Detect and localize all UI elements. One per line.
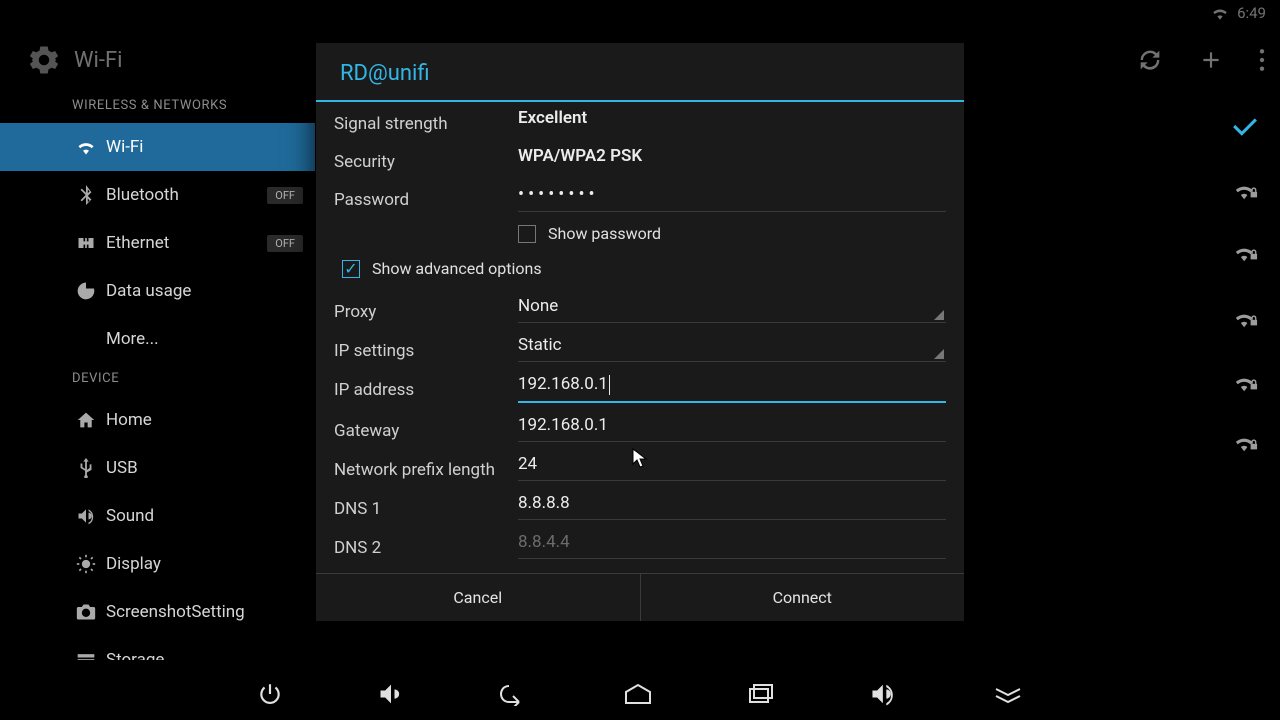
volume-down-icon[interactable] [377,682,405,706]
data-usage-icon [72,281,100,301]
cancel-button[interactable]: Cancel [316,574,640,621]
off-badge: OFF [267,187,303,204]
display-icon [72,554,100,574]
network-wifi-lock-icon [1234,180,1258,200]
system-nav-bar [0,668,1280,720]
label-dns2: DNS 2 [334,532,518,558]
network-connected-indicator [1232,116,1258,136]
ip-settings-spinner[interactable]: Static [518,335,946,362]
dns1-field[interactable]: 8.8.8.8 [518,493,946,520]
sidebar-item-label: Sound [106,506,154,526]
sidebar-item-ethernet[interactable]: Ethernet OFF [0,219,315,267]
show-advanced-checkbox[interactable]: ✓ Show advanced options [342,259,542,278]
label-proxy: Proxy [334,296,518,322]
sidebar-item-label: Storage [106,650,164,660]
sidebar-item-wifi[interactable]: Wi-Fi [0,123,315,171]
home-icon [72,411,100,429]
sidebar-item-label: More... [106,329,159,349]
off-badge: OFF [267,235,303,252]
sidebar-item-label: Data usage [106,281,191,301]
sidebar-item-usb[interactable]: USB [0,444,315,492]
camera-icon [72,604,100,620]
label-signal-strength: Signal strength [334,108,518,134]
checkbox-icon [518,225,536,243]
section-device: DEVICE [0,363,315,396]
sidebar-item-data-usage[interactable]: Data usage [0,267,315,315]
sidebar-item-label: Bluetooth [106,185,179,205]
sound-icon [72,507,100,525]
sidebar: WIRELESS & NETWORKS Wi-Fi Bluetooth OFF … [0,90,315,660]
check-icon [1232,116,1258,136]
label-gateway: Gateway [334,415,518,441]
connect-button[interactable]: Connect [640,574,965,621]
power-icon[interactable] [257,681,283,707]
checkbox-checked-icon: ✓ [342,260,360,278]
sidebar-item-display[interactable]: Display [0,540,315,588]
network-wifi-lock-icon [1234,242,1258,262]
dialog-title: RD@unifi [316,43,964,102]
label-dns1: DNS 1 [334,493,518,519]
collapse-icon[interactable] [993,684,1023,704]
show-password-checkbox[interactable]: Show password [518,224,661,243]
sidebar-item-label: Display [106,554,161,574]
label-ip-settings: IP settings [334,335,518,361]
sidebar-item-home[interactable]: Home [0,396,315,444]
sidebar-item-more[interactable]: More... [0,315,315,363]
ip-address-field[interactable]: 192.168.0.1 [518,374,946,403]
password-field[interactable]: •••••••• [518,184,946,212]
sidebar-item-label: Ethernet [106,233,169,253]
sidebar-item-sound[interactable]: Sound [0,492,315,540]
show-password-label: Show password [548,224,661,243]
gateway-field[interactable]: 192.168.0.1 [518,415,946,442]
label-prefix-length: Network prefix length [334,454,518,480]
ethernet-icon [72,235,100,251]
section-wireless-networks: WIRELESS & NETWORKS [0,90,315,123]
network-wifi-lock-icon [1234,432,1258,452]
volume-up-icon[interactable] [869,682,899,706]
sidebar-item-storage[interactable]: Storage [0,636,315,660]
sidebar-item-label: Home [106,410,152,430]
network-wifi-lock-icon [1234,372,1258,392]
prefix-field[interactable]: 24 [518,454,946,481]
sidebar-item-screenshot[interactable]: ScreenshotSetting [0,588,315,636]
dns2-field[interactable]: 8.8.4.4 [518,532,946,559]
proxy-spinner[interactable]: None [518,296,946,323]
wifi-icon [72,139,100,155]
usb-icon [72,458,100,478]
bluetooth-icon [72,185,100,205]
value-security: WPA/WPA2 PSK [518,146,946,166]
sidebar-item-label: ScreenshotSetting [106,602,245,622]
sidebar-item-label: USB [106,458,138,478]
sidebar-item-bluetooth[interactable]: Bluetooth OFF [0,171,315,219]
show-advanced-label: Show advanced options [372,259,542,278]
label-password: Password [334,184,518,210]
storage-icon [72,652,100,660]
value-signal-strength: Excellent [518,108,946,128]
wifi-config-dialog: RD@unifi Signal strength Excellent Secur… [315,42,965,622]
back-icon[interactable] [499,682,529,706]
network-wifi-lock-icon [1234,308,1258,328]
label-security: Security [334,146,518,172]
home-nav-icon[interactable] [623,683,653,705]
sidebar-item-label: Wi-Fi [106,137,143,157]
label-ip-address: IP address [334,374,518,400]
recents-icon[interactable] [747,683,775,705]
